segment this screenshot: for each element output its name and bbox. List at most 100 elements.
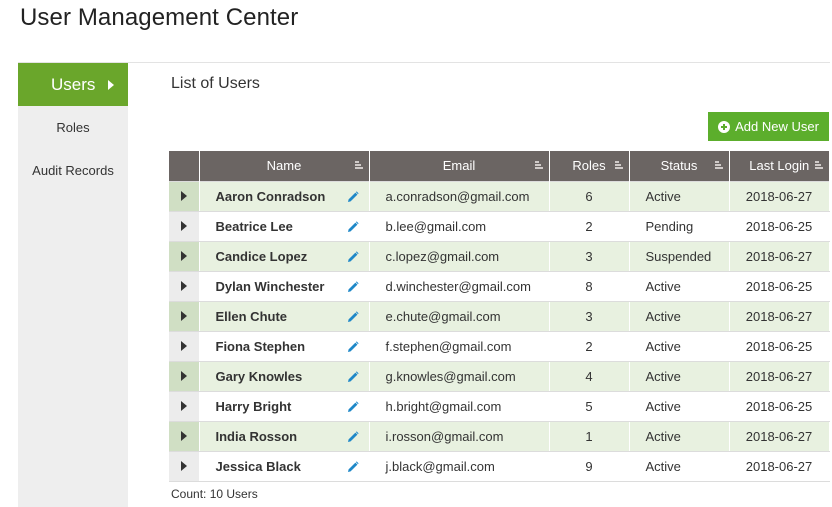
pencil-icon[interactable] (347, 310, 359, 323)
roles-cell: 4 (549, 360, 630, 392)
sidebar-item-label: Roles (56, 120, 90, 135)
column-header-name[interactable]: Name (199, 151, 370, 181)
status-cell: Active (629, 390, 730, 422)
name-cell: Beatrice Lee (199, 210, 370, 242)
name-cell: Ellen Chute (199, 300, 370, 332)
roles-cell: 2 (549, 330, 630, 362)
sort-icon[interactable] (714, 161, 723, 171)
last-login-cell: 2018-06-25 (729, 270, 830, 302)
sort-icon[interactable] (354, 161, 363, 171)
status-cell: Active (629, 180, 730, 212)
triangle-right-icon (108, 79, 115, 90)
user-name: India Rosson (215, 428, 298, 444)
sort-icon[interactable] (534, 161, 543, 171)
title-divider (18, 62, 830, 63)
status-cell: Active (629, 270, 730, 302)
user-count: Count: 10 Users (171, 487, 258, 501)
column-header-email[interactable]: Email (369, 151, 550, 181)
name-cell: Candice Lopez (199, 240, 370, 272)
user-name: Dylan Winchester (215, 278, 325, 294)
user-name: Ellen Chute (215, 308, 288, 324)
triangle-right-icon (180, 250, 187, 261)
column-header-expand (169, 151, 200, 181)
pencil-icon[interactable] (347, 220, 359, 233)
status-cell: Pending (629, 210, 730, 242)
user-name: Gary Knowles (215, 368, 303, 384)
roles-cell: 3 (549, 300, 630, 332)
triangle-right-icon (180, 430, 187, 441)
sidebar: Users Roles Audit Records (18, 63, 128, 507)
pencil-icon[interactable] (347, 460, 359, 473)
pencil-icon[interactable] (347, 280, 359, 293)
column-header-label: Name (266, 158, 302, 174)
column-header-label: Roles (572, 158, 606, 174)
user-name: Candice Lopez (215, 248, 308, 264)
roles-cell: 1 (549, 420, 630, 452)
column-header-label: Email (442, 158, 476, 174)
row-expand-toggle[interactable] (169, 180, 200, 212)
table-row[interactable]: India Rosson i.rosson@gmail.com 1 Active 201… (169, 420, 830, 452)
column-header-roles[interactable]: Roles (549, 151, 630, 181)
table-row[interactable]: Candice Lopez c.lopez@gmail.com 3 Suspended… (169, 240, 830, 272)
roles-cell: 5 (549, 390, 630, 422)
email-cell: a.conradson@gmail.com (369, 180, 550, 212)
sidebar-item-roles[interactable]: Roles (18, 106, 128, 149)
last-login-cell: 2018-06-25 (729, 390, 830, 422)
column-header-status[interactable]: Status (629, 151, 730, 181)
row-expand-toggle[interactable] (169, 450, 200, 482)
add-new-user-button[interactable]: Add New User (708, 112, 829, 141)
triangle-right-icon (180, 220, 187, 231)
email-cell: f.stephen@gmail.com (369, 330, 550, 362)
pencil-icon[interactable] (347, 430, 359, 443)
table-row[interactable]: Ellen Chute e.chute@gmail.com 3 Active 2018-… (169, 300, 830, 332)
sidebar-item-audit-records[interactable]: Audit Records (18, 149, 128, 192)
table-row[interactable]: Jessica Black j.black@gmail.com 9 Active 201… (169, 450, 830, 482)
row-expand-toggle[interactable] (169, 360, 200, 392)
name-cell: Gary Knowles (199, 360, 370, 392)
last-login-cell: 2018-06-27 (729, 300, 830, 332)
pencil-icon[interactable] (347, 190, 359, 203)
sort-icon[interactable] (614, 161, 623, 171)
table-row[interactable]: Aaron Conradson a.conradson@gmail.com 6 Act… (169, 180, 830, 212)
sidebar-item-users[interactable]: Users (18, 63, 128, 106)
row-expand-toggle[interactable] (169, 420, 200, 452)
last-login-cell: 2018-06-27 (729, 450, 830, 482)
table-row[interactable]: Dylan Winchester d.winchester@gmail.com 8 A… (169, 270, 830, 302)
row-expand-toggle[interactable] (169, 210, 200, 242)
table-row[interactable]: Beatrice Lee b.lee@gmail.com 2 Pending 2018-… (169, 210, 830, 242)
pencil-icon[interactable] (347, 370, 359, 383)
status-cell: Active (629, 360, 730, 392)
row-expand-toggle[interactable] (169, 390, 200, 422)
last-login-cell: 2018-06-27 (729, 360, 830, 392)
row-expand-toggle[interactable] (169, 240, 200, 272)
name-cell: Jessica Black (199, 450, 370, 482)
user-name: Harry Bright (215, 398, 292, 414)
name-cell: Dylan Winchester (199, 270, 370, 302)
section-title: List of Users (171, 75, 260, 92)
table-header-row: Name Email Roles Status Last Login (169, 151, 829, 181)
status-cell: Active (629, 420, 730, 452)
column-header-label: Status (660, 158, 698, 174)
plus-circle-icon (718, 120, 731, 133)
pencil-icon[interactable] (347, 250, 359, 263)
last-login-cell: 2018-06-27 (729, 180, 830, 212)
table-row[interactable]: Fiona Stephen f.stephen@gmail.com 2 Active 2… (169, 330, 830, 362)
sort-icon[interactable] (815, 161, 823, 171)
name-cell: Aaron Conradson (199, 180, 370, 212)
row-expand-toggle[interactable] (169, 300, 200, 332)
triangle-right-icon (180, 190, 187, 201)
column-header-last-login[interactable]: Last Login (729, 151, 829, 181)
users-table: Name Email Roles Status Last Login Aaron… (169, 151, 830, 482)
pencil-icon[interactable] (347, 340, 359, 353)
email-cell: b.lee@gmail.com (369, 210, 550, 242)
row-expand-toggle[interactable] (169, 270, 200, 302)
row-expand-toggle[interactable] (169, 330, 200, 362)
table-row[interactable]: Gary Knowles g.knowles@gmail.com 4 Active 20… (169, 360, 830, 392)
table-row[interactable]: Harry Bright h.bright@gmail.com 5 Active 201… (169, 390, 830, 422)
pencil-icon[interactable] (347, 400, 359, 413)
triangle-right-icon (180, 340, 187, 351)
add-button-label: Add New User (735, 119, 819, 134)
user-name: Beatrice Lee (215, 218, 293, 234)
status-cell: Suspended (629, 240, 730, 272)
roles-cell: 9 (549, 450, 630, 482)
